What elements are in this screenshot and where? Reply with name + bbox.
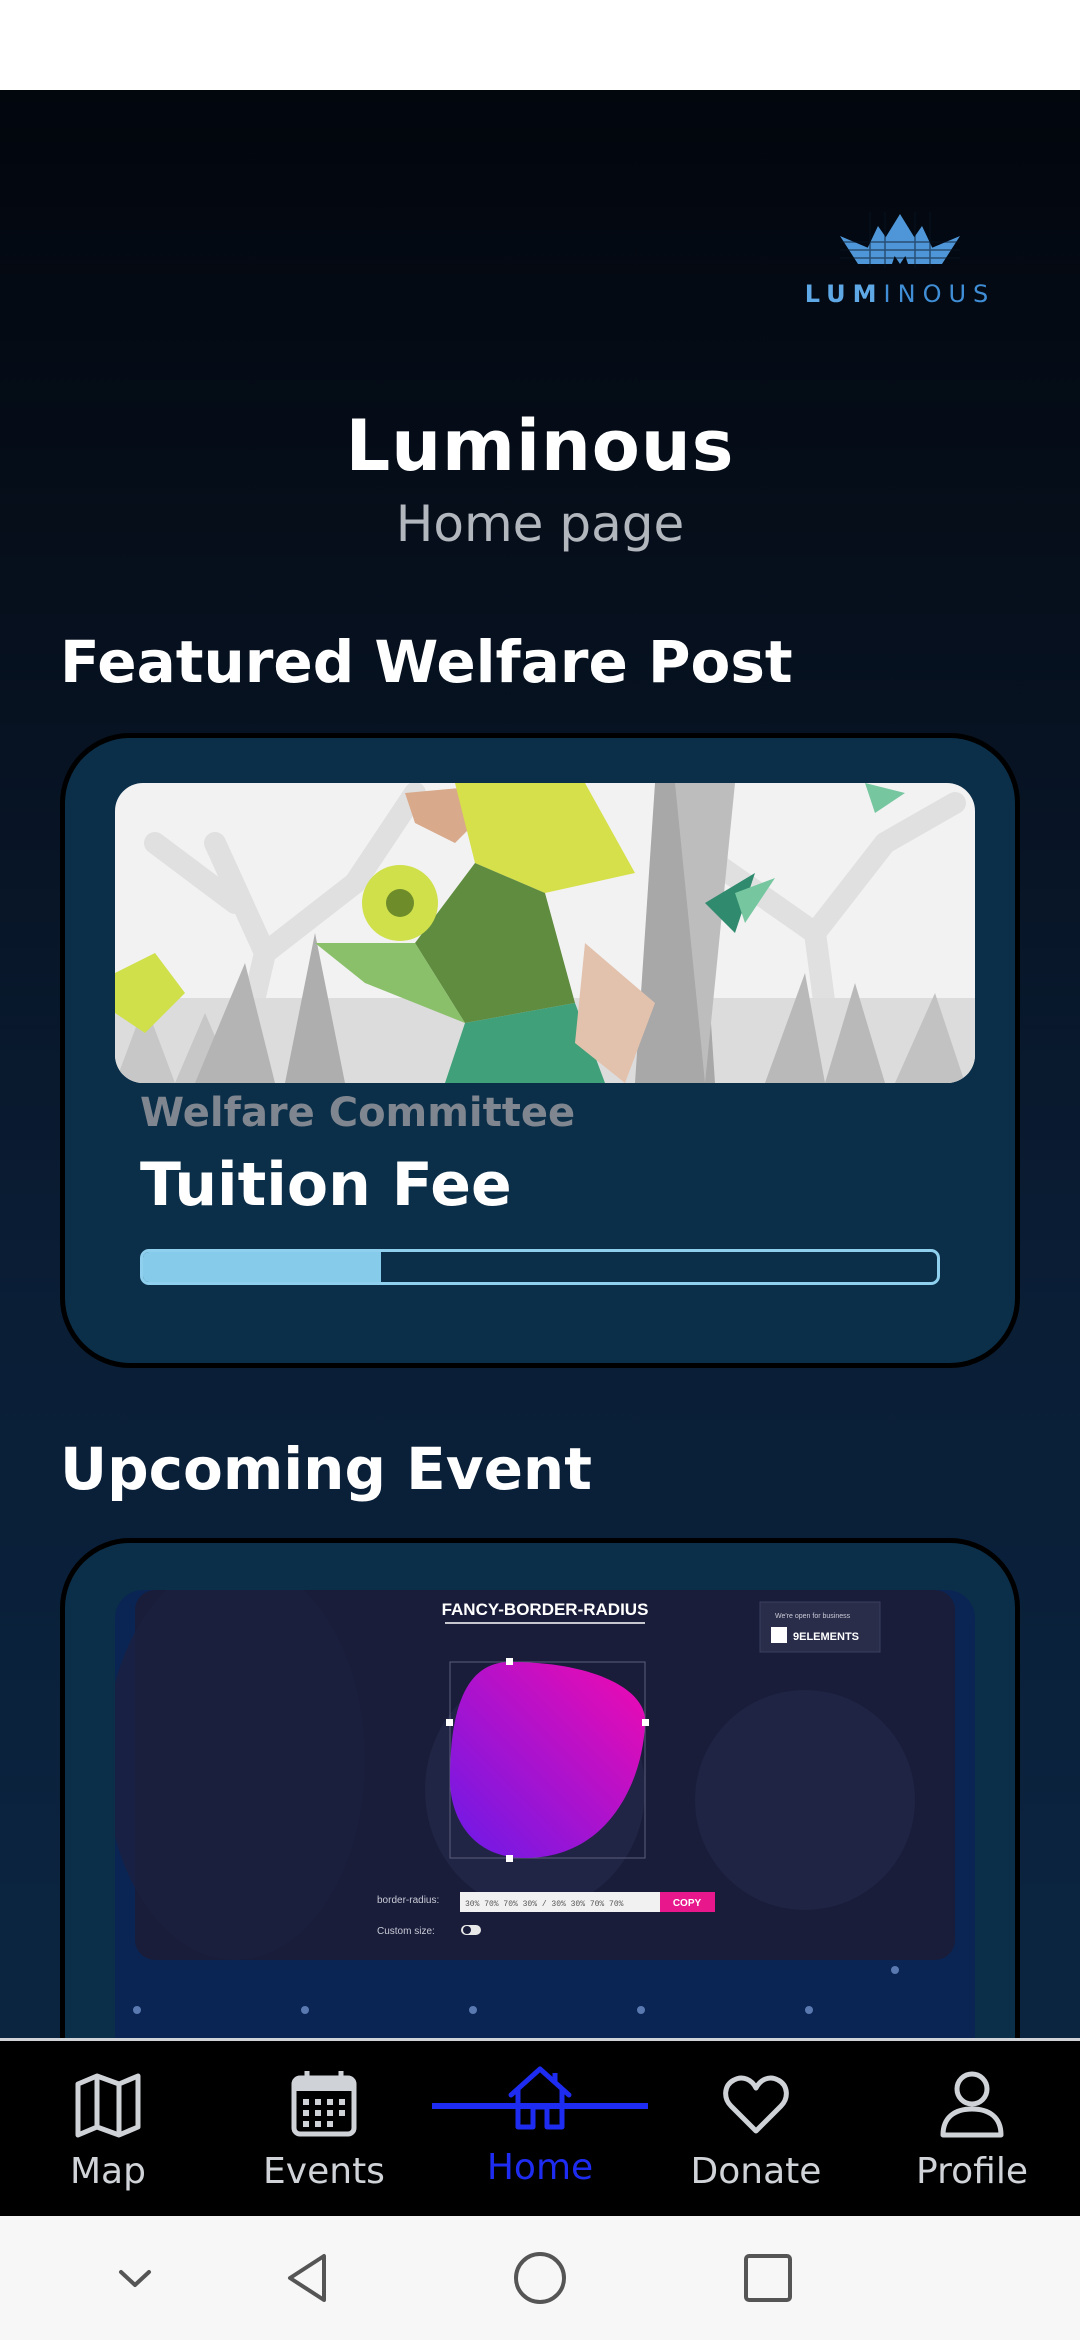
nav-profile-label: Profile [916, 2151, 1028, 2192]
nav-events[interactable]: Events [216, 2041, 432, 2219]
bottom-navigation: Map Events Home Donate Profile [0, 2038, 1080, 2216]
recent-apps-icon[interactable] [738, 2248, 798, 2308]
event-image-border-radius-label: border-radius: [377, 1895, 439, 1906]
profile-icon [940, 2071, 1004, 2138]
logo-text-part-a: LUM [804, 280, 884, 308]
upcoming-heading: Upcoming Event [60, 1435, 592, 1503]
event-image-badge-top: We're open for business [775, 1613, 851, 1620]
event-image-title: FANCY-BORDER-RADIUS [442, 1600, 649, 1619]
active-tab-indicator [432, 2103, 648, 2109]
donation-progress-bar [140, 1249, 940, 1285]
back-icon[interactable] [280, 2248, 340, 2308]
nav-home-label: Home [486, 2147, 594, 2188]
event-image: FANCY-BORDER-RADIUS We're open for busin… [115, 1590, 975, 2038]
heart-icon [723, 2075, 789, 2134]
home-circle-icon[interactable] [510, 2248, 570, 2308]
nav-events-label: Events [263, 2151, 385, 2192]
nav-profile[interactable]: Profile [864, 2041, 1080, 2219]
status-bar [0, 0, 1080, 90]
luminous-logo: LUMINOUS [800, 212, 1000, 312]
calendar-icon [291, 2071, 357, 2137]
card-title: Tuition Fee [140, 1150, 512, 1220]
event-image-copy-label: COPY [673, 1898, 702, 1909]
nav-home[interactable]: Home [432, 2041, 648, 2219]
nav-donate-label: Donate [690, 2151, 822, 2192]
nav-map[interactable]: Map [0, 2041, 216, 2219]
app-screen: LUMINOUS Luminous Home page Featured Wel… [0, 90, 1080, 2038]
event-image-border-radius-value: 30% 70% 70% 30% / 30% 30% 70% 70% [465, 1900, 624, 1909]
logo-text-part-b: INOUS [883, 280, 996, 308]
system-navigation-bar [0, 2216, 1080, 2340]
nav-map-label: Map [70, 2151, 146, 2192]
map-icon [75, 2073, 141, 2138]
page-title: Luminous [345, 405, 735, 487]
donation-progress-fill [143, 1252, 382, 1282]
event-image-custom-size-label: Custom size: [377, 1926, 435, 1937]
featured-heading: Featured Welfare Post [60, 628, 793, 696]
home-icon [508, 2066, 572, 2130]
card-organization: Welfare Committee [140, 1090, 576, 1136]
featured-post-image [115, 783, 975, 1083]
page-subtitle: Home page [395, 495, 685, 553]
nav-donate[interactable]: Donate [648, 2041, 864, 2219]
logo-text: LUMINOUS [800, 280, 1000, 308]
event-image-badge-name: 9ELEMENTS [793, 1631, 859, 1643]
chevron-down-icon[interactable] [105, 2248, 165, 2308]
upcoming-event-card[interactable]: FANCY-BORDER-RADIUS We're open for busin… [60, 1538, 1020, 2038]
